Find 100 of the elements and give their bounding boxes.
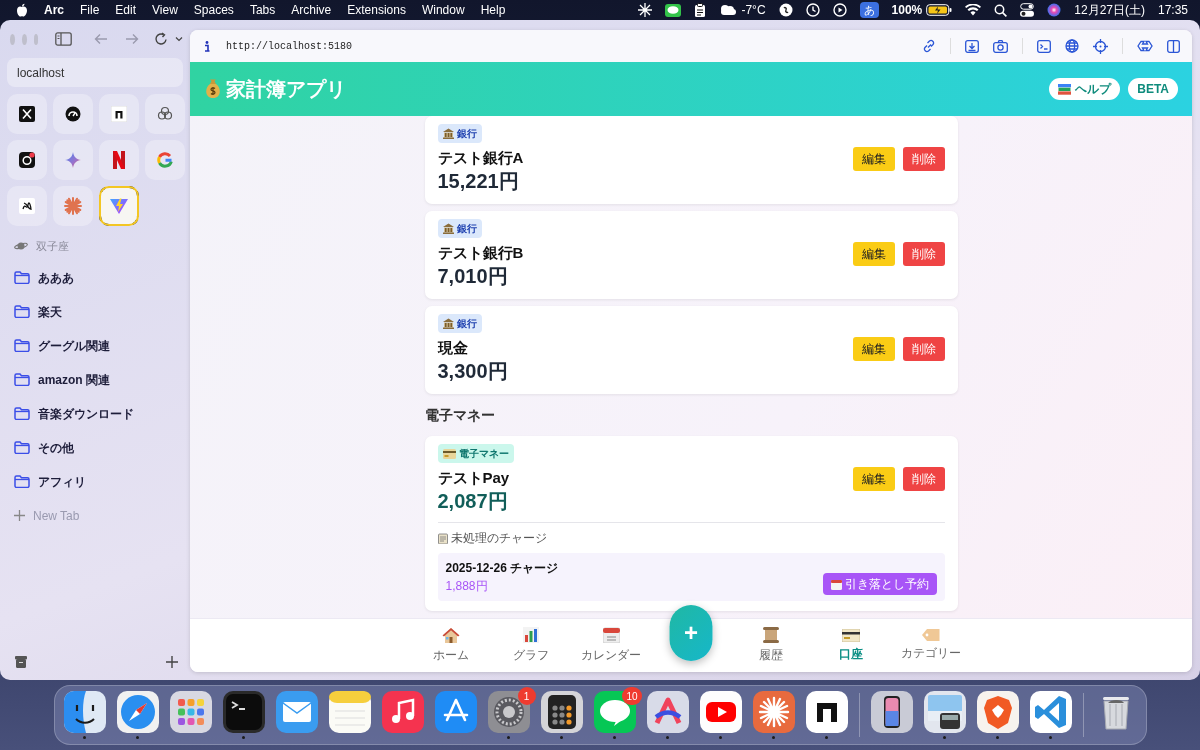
menu-item[interactable]: View	[152, 1, 178, 19]
favorite-tile[interactable]	[7, 94, 47, 134]
menu-item[interactable]: Extensions	[347, 1, 406, 19]
starburst-icon[interactable]	[752, 691, 795, 733]
folder-item[interactable]: あああ	[7, 260, 183, 295]
speech-bubble-icon[interactable]	[593, 691, 636, 733]
nav-tab[interactable]: 履歴	[731, 619, 811, 672]
folder-item[interactable]: 楽天	[7, 294, 183, 329]
reload-icon[interactable]	[154, 32, 168, 46]
delete-button[interactable]: 削除	[902, 147, 945, 171]
play-button-icon[interactable]	[699, 691, 742, 733]
music-note-icon[interactable]	[381, 691, 424, 733]
plus-icon[interactable]	[166, 655, 178, 668]
gauge-icon	[65, 106, 81, 122]
help-button[interactable]: ヘルプ	[1049, 78, 1121, 100]
crosshair-icon[interactable]	[1093, 38, 1108, 54]
folder-icon	[14, 271, 30, 284]
folder-icon	[14, 407, 30, 420]
favorite-tile[interactable]	[99, 140, 139, 180]
favorite-tile[interactable]	[99, 186, 139, 226]
favorite-tile[interactable]	[7, 186, 47, 226]
house-icon	[442, 627, 460, 643]
nav-tab[interactable]: ホーム	[411, 619, 491, 672]
globe-icon[interactable]	[1065, 39, 1079, 53]
folder-item[interactable]: amazon 関連	[7, 362, 183, 397]
phone-icon[interactable]	[870, 691, 913, 733]
link-icon[interactable]	[922, 39, 936, 53]
nav-tab[interactable]: グラフ	[491, 619, 571, 672]
account-name: テスト銀行A	[437, 148, 524, 168]
favorite-tile[interactable]	[145, 140, 185, 180]
folder-item[interactable]: アフィリ	[7, 464, 183, 499]
account-balance: 2,087円	[437, 489, 509, 514]
notepad-icon[interactable]	[328, 691, 371, 733]
code-editor-icon[interactable]	[1029, 691, 1072, 733]
edit-button[interactable]: 編集	[852, 337, 895, 361]
chat-icon	[665, 3, 682, 17]
menu-item[interactable]: Help	[480, 1, 506, 19]
app-grid-icon[interactable]	[169, 691, 212, 733]
schedule-debit-button[interactable]: 引き落とし予約	[822, 573, 937, 595]
edit-button[interactable]: 編集	[852, 242, 895, 266]
space-name: 双子座	[36, 239, 69, 254]
input-method-indicator[interactable]: あ	[859, 1, 879, 19]
address-field[interactable]: localhost	[7, 58, 183, 87]
favorite-tile[interactable]	[7, 140, 47, 180]
folder-item[interactable]: 音楽ダウンロード	[7, 396, 183, 431]
app-store-icon[interactable]	[434, 691, 477, 733]
split-view-icon[interactable]	[1167, 39, 1180, 53]
sidebar-toggle-icon[interactable]	[54, 32, 72, 46]
nav-tab[interactable]: カテゴリー	[891, 619, 971, 672]
nav-tab[interactable]: カレンダー	[571, 619, 651, 672]
photo-stack-icon[interactable]	[923, 691, 966, 733]
envelope-icon[interactable]	[275, 691, 318, 733]
camera-icon[interactable]	[993, 39, 1008, 53]
favorite-tile[interactable]	[145, 94, 185, 134]
charge-title: 2025-12-26 チャージ	[445, 560, 559, 577]
scribble-icon	[19, 198, 35, 214]
beta-button[interactable]: BETA	[1128, 78, 1178, 100]
account-type-badge: 銀行	[437, 124, 482, 143]
arch-icon[interactable]	[805, 691, 848, 733]
menu-item[interactable]: File	[80, 1, 100, 19]
download-icon[interactable]	[965, 39, 979, 53]
terminal-icon[interactable]	[222, 691, 265, 733]
calculator-icon[interactable]	[540, 691, 583, 733]
compass-icon[interactable]	[116, 691, 159, 733]
smiling-face-icon[interactable]	[63, 691, 106, 733]
edit-button[interactable]: 編集	[852, 467, 895, 491]
folder-item[interactable]: グーグル関連	[7, 328, 183, 363]
tag-icon	[922, 629, 940, 641]
menu-item[interactable]: Spaces	[193, 1, 234, 19]
info-icon[interactable]	[204, 40, 210, 52]
lion-icon[interactable]	[976, 691, 1019, 733]
account-balance: 7,010円	[437, 264, 509, 289]
menu-item[interactable]: Window	[421, 1, 465, 19]
favorite-tile[interactable]	[53, 140, 93, 180]
favorite-tile[interactable]	[99, 94, 139, 134]
weather-reading: -7°C	[741, 2, 766, 19]
notification-badge: 10	[622, 687, 642, 705]
bank-icon	[442, 318, 454, 329]
folder-icon	[14, 339, 30, 352]
favorite-tile[interactable]	[53, 186, 93, 226]
folder-item[interactable]: その他	[7, 430, 183, 465]
menu-item[interactable]: Tabs	[249, 1, 276, 19]
archive-icon[interactable]	[15, 655, 27, 668]
scroll-icon	[762, 627, 780, 643]
favorite-tile[interactable]	[53, 94, 93, 134]
terminal-icon[interactable]	[1037, 39, 1051, 53]
account-name: テスト銀行B	[437, 243, 524, 263]
edit-button[interactable]: 編集	[852, 147, 895, 171]
delete-button[interactable]: 削除	[902, 337, 945, 361]
delete-button[interactable]: 削除	[902, 242, 945, 266]
app-menu[interactable]: Arc	[44, 1, 64, 19]
ribbon-icon	[113, 151, 125, 169]
gear-icon[interactable]	[487, 691, 530, 733]
menu-item[interactable]: Edit	[115, 1, 137, 19]
menu-item[interactable]: Archive	[291, 1, 332, 19]
account-balance: 3,300円	[437, 359, 508, 384]
chevron-down-icon[interactable]	[175, 36, 183, 42]
nav-tab[interactable]: 口座	[811, 619, 891, 672]
url-text[interactable]: http://localhost:5180	[226, 38, 353, 54]
delete-button[interactable]: 削除	[902, 467, 945, 491]
